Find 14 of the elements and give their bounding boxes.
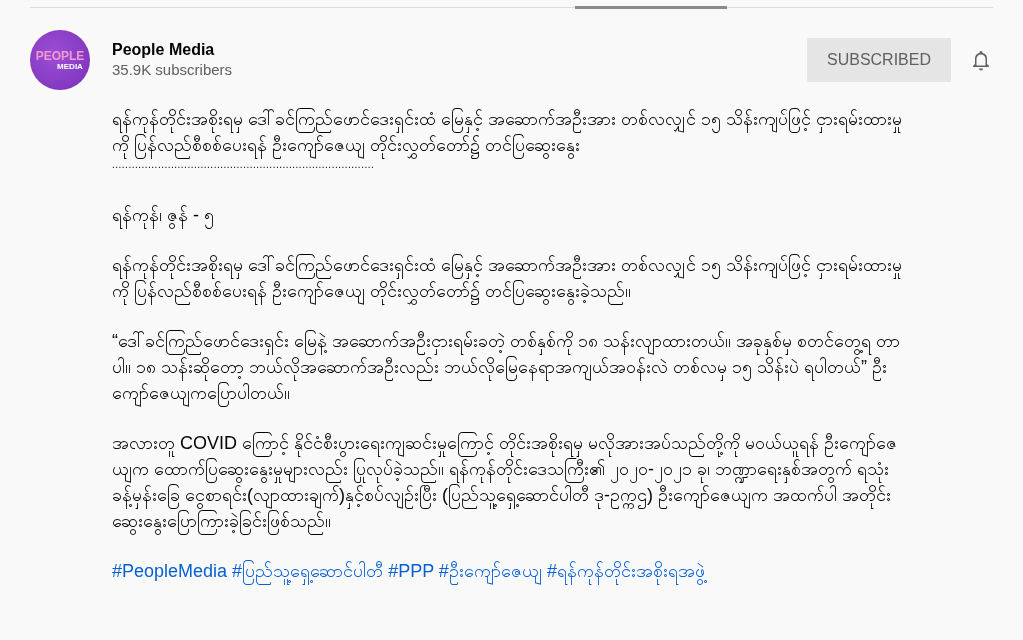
- description-paragraph: ရန်ကုန်၊ ဇွန် - ၅: [112, 202, 913, 228]
- hashtag-link[interactable]: #PeopleMedia: [112, 561, 228, 581]
- avatar-logo-text: PEOPLE: [35, 49, 85, 62]
- description-paragraph: ရန်ကုန်တိုင်းအစိုးရမှ ဒေါ်ခင်ကြည်ဖောင်ဒေးရှင်းထံ မြေနှင့် အဆောက်အဦးအား တစ်လလျှင် ၁၅ သိန်းကျပ်ဖြင့် ငှားရမ်းထားမှု ကို ပြန်လည်စီစစ်ပေးရန် ဦးကျော်ဇေယျ တိုင်းလွှတ်တော်၌ တင်ပြဆွေးနွေး: [112, 106, 913, 158]
- subscriber-count: 35.9K subscribers: [112, 60, 234, 80]
- avatar-logo-subtext: MEDIA: [57, 61, 83, 71]
- description-paragraph: အလားတူ COVID ကြောင့် နိုင်ငံစီးပွားရေးကျဆင်းမှုကြောင့် တိုင်းအစိုးရမှ မလိုအားအပ်သည်တို့ကို မဝယ်ယူရန် ဦးကျော်ဇေ ယျက ထောက်ပြဆွေးနွေးမှုများလည်း ပြုလုပ်ခဲ့သည်။ ရန်ကုန်တိုင်းဒေသကြီး၏ ၂၀၂၀-၂၀၂၁ ခု၊ ဘဏ္ဍာရေးနှစ်အတွက် ရသုံးခန့်မှန်းခြေ ငွေစာရင်း(လျာထားချက်)နှင့်စပ်လျဉ်းပြီး (ပြည်သူ့ရှေ့ဆောင်ပါတီ ဒု-ဥက္ကဌ) ဦးကျော်ဇေယျက အထက်ပါ အတိုင်း ဆွေးနွေးပြောကြားခဲ့ခြင်းဖြစ်သည်။: [112, 430, 913, 534]
- dotted-separator: ................................................................................: [112, 159, 376, 172]
- channel-name[interactable]: People Media: [112, 40, 807, 60]
- subscribed-button[interactable]: SUBSCRIBED: [807, 38, 951, 82]
- channel-avatar[interactable]: PEOPLE MEDIA: [30, 30, 90, 90]
- description-paragraph: ရန်ကုန်တိုင်းအစိုးရမှ ဒေါ်ခင်ကြည်ဖောင်ဒေးရှင်းထံ မြေနှင့် အဆောက်အဦးအား တစ်လလျှင် ၁၅ သိန်းကျပ်ဖြင့် ငှားရမ်းထားမှု ကို ပြန်လည်စီစစ်ပေးရန် ဦးကျော်ဇေယျ တိုင်းလွှတ်တော်၌ တင်ပြဆွေးနွေးခဲ့သည်။: [112, 252, 913, 304]
- hashtag-link[interactable]: #PPP: [388, 561, 434, 581]
- description-paragraph: “ဒေါ်ခင်ကြည်ဖောင်ဒေးရှင်း မြေနဲ့ အဆောက်အဦးငှားရမ်းခတဲ့ တစ်နှစ်ကို ၁၈ သန်းလျာထားတယ်။ အခုနှစ်မှ စတင်တွေ့ရ တာပါ။ ၁၈ သန်းဆိုတော့ ဘယ်လိုအဆောက်အဦးလည်း ဘယ်လိုမြေနေရာအကျယ်အဝန်းလဲ တစ်လမှ ၁၅ သိန်းပဲ ရပါတယ်” ဦးကျော်ဇေယျကပြောပါတယ်။: [112, 328, 913, 406]
